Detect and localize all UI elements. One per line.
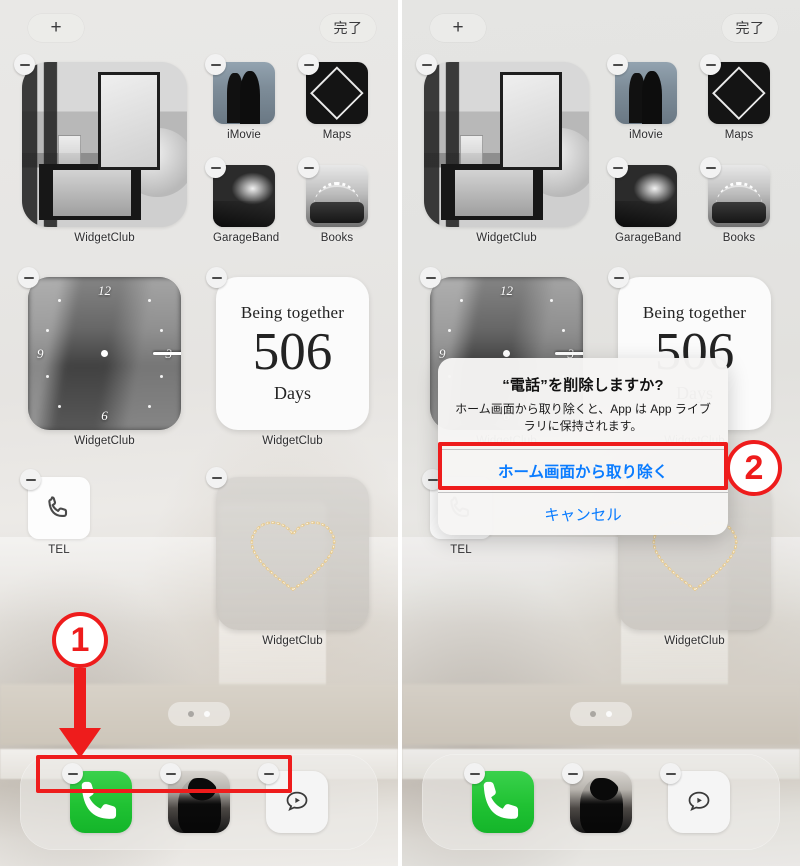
app-cell-widgetclub-large[interactable]: WidgetClub (14, 54, 187, 244)
page-dot-active (204, 711, 210, 717)
page-dots-indicator[interactable] (168, 702, 230, 726)
widget-label: WidgetClub (262, 435, 323, 447)
days-widget-count: 506 (252, 323, 333, 382)
widgetclub-photo-tile[interactable] (22, 62, 187, 227)
app-cell-tel[interactable]: TEL (20, 469, 90, 556)
phone-receiver-icon (48, 496, 68, 517)
app-label: Maps (322, 129, 352, 141)
days-counter-widget[interactable]: Being together 506 Days (216, 277, 369, 430)
remove-badge-tel[interactable] (20, 469, 41, 490)
clock-pivot (101, 350, 108, 357)
dock-remove-badges-highlight (36, 755, 292, 793)
clock-tick (58, 299, 61, 302)
clock-number-6: 6 (101, 408, 108, 423)
clock-tick (46, 375, 49, 378)
photo-frame-detail (38, 164, 141, 221)
widget-cell-clock[interactable]: 12 3 6 9 WidgetClub (18, 267, 181, 447)
app-label: WidgetClub (74, 232, 135, 244)
done-label: 完了 (333, 20, 363, 36)
widget-cell-days[interactable]: Being together 506 Days WidgetClub (206, 267, 369, 447)
clock-number-12: 12 (98, 283, 111, 298)
clock-tick (160, 329, 163, 332)
widget-cell-heart[interactable]: WidgetClub (206, 467, 369, 647)
app-cell-imovie[interactable]: iMovie (205, 54, 275, 141)
app-label: GarageBand (213, 232, 280, 244)
days-widget-title: Being together (240, 303, 345, 323)
remove-badge-garageband[interactable] (205, 157, 226, 178)
app-label: Books (320, 232, 354, 244)
alert-message: ホーム画面から取り除くと、App は App ライブラリに保持されます。 (455, 402, 711, 434)
remove-badge-books[interactable] (298, 157, 319, 178)
clock-tick (148, 299, 151, 302)
days-widget-unit: Days (274, 382, 311, 403)
remove-badge-imovie[interactable] (205, 54, 226, 75)
clock-tick (58, 405, 61, 408)
widget-label: WidgetClub (262, 635, 323, 647)
remove-from-home-screen-highlight (438, 442, 728, 490)
clock-tick (148, 405, 151, 408)
phone-screen-right: + 完了 WidgetClub iMovie Maps GarageBand B… (402, 0, 800, 866)
lights-heart-shape (310, 66, 364, 120)
clock-number-9: 9 (37, 345, 44, 361)
remove-badge-days-widget[interactable] (206, 267, 227, 288)
remove-badge-clock-widget[interactable] (18, 267, 39, 288)
app-label: iMovie (227, 129, 261, 141)
app-cell-maps[interactable]: Maps (298, 54, 368, 141)
add-widget-label: + (50, 17, 62, 38)
add-widget-button[interactable]: + (28, 14, 84, 42)
page-dot (188, 711, 194, 717)
alert-header: “電話”を削除しますか? ホーム画面から取り除くと、App は App ライブラ… (438, 358, 728, 449)
app-label: TEL (48, 544, 70, 556)
step-1-badge: 1 (52, 612, 108, 668)
remove-badge-maps[interactable] (298, 54, 319, 75)
app-cell-garageband[interactable]: GarageBand (205, 157, 280, 244)
remove-badge-heart-widget[interactable] (206, 467, 227, 488)
done-button[interactable]: 完了 (320, 14, 376, 42)
phone-screen-left: + 完了 WidgetClub iMovie Maps GarageBand B… (0, 0, 398, 866)
widget-label: WidgetClub (74, 435, 135, 447)
clock-tick (160, 375, 163, 378)
remove-badge-widgetclub[interactable] (14, 54, 35, 75)
cancel-button[interactable]: キャンセル (438, 491, 728, 535)
clock-widget[interactable]: 12 3 6 9 (28, 277, 181, 430)
edit-mode-topbar: + 完了 (0, 12, 398, 44)
heart-string-lights-icon (250, 520, 335, 591)
alert-title: “電話”を削除しますか? (502, 377, 664, 394)
clock-tick (46, 329, 49, 332)
step-2-badge: 2 (726, 440, 782, 496)
app-cell-books[interactable]: Books (298, 157, 368, 244)
screenshot-root: + 完了 WidgetClub iMovie Maps GarageBand B… (0, 0, 800, 866)
clock-minute-hand (152, 352, 181, 355)
heart-photo-widget[interactable] (216, 477, 369, 630)
